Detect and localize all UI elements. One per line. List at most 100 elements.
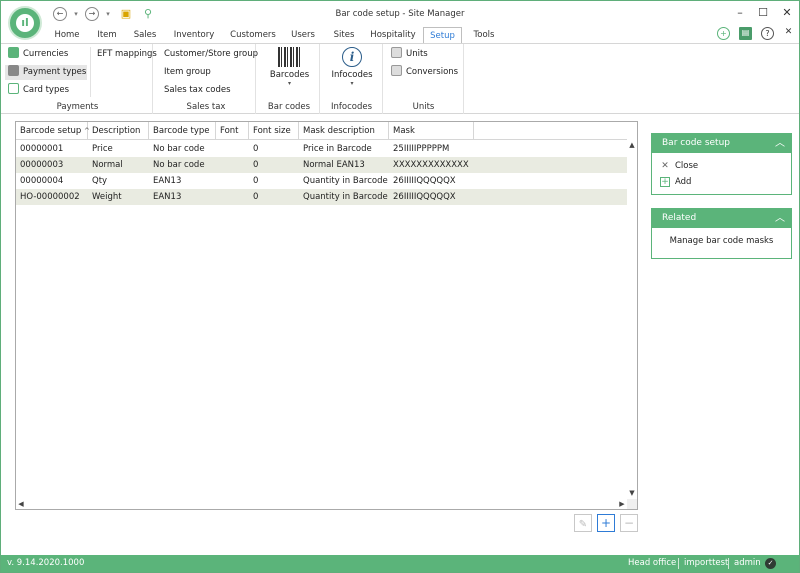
infocodes-dropdown-icon: ▾ xyxy=(350,80,354,87)
table-row[interactable]: 00000004 Qty EAN13 0 Quantity in Barcode… xyxy=(16,173,627,189)
manage-bar-code-masks-link[interactable]: Manage bar code masks xyxy=(652,233,791,249)
horizontal-scrollbar[interactable]: ◀ ▶ xyxy=(16,499,627,509)
cell-mask: XXXXXXXXXXXXX xyxy=(393,160,469,170)
table-row[interactable]: 00000003 Normal No bar code 0 Normal EAN… xyxy=(16,157,627,173)
layout-icon[interactable]: ▤ xyxy=(739,27,752,40)
chevron-up-icon[interactable]: ︿ xyxy=(775,209,785,228)
add-button[interactable]: + xyxy=(597,514,615,532)
grid-header: Barcode setup ^ Description Barcode type… xyxy=(16,122,627,140)
payment-types-button[interactable]: Payment types xyxy=(5,65,87,80)
cell-mask: 26IIIIIQQQQQX xyxy=(393,192,456,202)
group-label-infocodes: Infocodes xyxy=(330,102,372,112)
scroll-corner xyxy=(627,499,637,509)
scroll-up-icon[interactable]: ▲ xyxy=(627,140,637,150)
status-bar: v. 9.14.2020.1000 Head office importtest… xyxy=(1,555,799,572)
group-label-sales-tax: Sales tax xyxy=(186,102,226,112)
barcode-setup-panel-title: Bar code setup xyxy=(662,138,730,148)
barcode-setup-panel-header[interactable]: Bar code setup ︿ xyxy=(652,134,791,153)
tab-setup[interactable]: Setup xyxy=(423,27,462,44)
ribbon: Currencies Payment types Card types EFT … xyxy=(1,43,799,114)
barcode-setup-panel: Bar code setup ︿ ✕ Close + Add xyxy=(651,133,792,195)
units-button[interactable]: Units xyxy=(391,47,428,62)
col-mask-description[interactable]: Mask description xyxy=(299,122,389,140)
scroll-left-icon[interactable]: ◀ xyxy=(16,499,26,509)
eft-mappings-button[interactable]: EFT mappings xyxy=(97,47,157,62)
tab-users[interactable]: Users xyxy=(285,27,321,43)
cell-mask: 25IIIIIPPPPPM xyxy=(393,144,450,154)
tab-hospitality[interactable]: Hospitality xyxy=(366,27,420,43)
tab-sales[interactable]: Sales xyxy=(128,27,162,43)
chevron-up-icon[interactable]: ︿ xyxy=(775,134,785,153)
minimize-button[interactable]: – xyxy=(730,5,750,21)
scroll-down-icon[interactable]: ▼ xyxy=(627,488,637,498)
sales-tax-codes-button[interactable]: Sales tax codes xyxy=(164,83,231,98)
col-mask[interactable]: Mask xyxy=(389,122,474,140)
card-types-icon xyxy=(8,83,19,94)
add-circle-icon[interactable]: + xyxy=(717,27,730,40)
related-panel-header[interactable]: Related ︿ xyxy=(652,209,791,228)
units-label: Units xyxy=(406,49,428,59)
group-label-payments: Payments xyxy=(56,102,99,112)
tab-customers[interactable]: Customers xyxy=(227,27,279,43)
pencil-icon: ✎ xyxy=(578,519,588,530)
add-action-label: Add xyxy=(675,177,692,187)
window-title: Bar code setup - Site Manager xyxy=(335,9,465,19)
table-row[interactable]: HO-00000002 Weight EAN13 0 Quantity in B… xyxy=(16,189,627,205)
maximize-button[interactable]: ☐ xyxy=(753,5,773,21)
plus-icon: + xyxy=(600,516,612,530)
infocodes-label: Infocodes xyxy=(331,70,373,80)
cell-barcode-type: EAN13 xyxy=(153,192,182,202)
card-types-button[interactable]: Card types xyxy=(5,83,75,98)
edit-button[interactable]: ✎ xyxy=(574,514,592,532)
group-label-bar-codes: Bar codes xyxy=(267,102,311,112)
col-description[interactable]: Description xyxy=(88,122,149,140)
group-label-units: Units xyxy=(412,102,435,112)
app-window: ıl ← ▾ → ▾ ▣ ⚲ Bar code setup - Site Man… xyxy=(0,0,800,573)
col-barcode-type[interactable]: Barcode type xyxy=(149,122,216,140)
status-separator xyxy=(678,558,679,569)
help-icon[interactable]: ? xyxy=(761,27,774,40)
item-group-button[interactable]: Item group xyxy=(164,65,211,80)
cell-barcode-type: No bar code xyxy=(153,160,205,170)
status-separator xyxy=(728,558,729,569)
currencies-label: Currencies xyxy=(23,49,69,59)
add-action[interactable]: + Add xyxy=(652,174,791,190)
close-window-button[interactable]: ✕ xyxy=(777,5,797,21)
tab-home[interactable]: Home xyxy=(46,27,88,43)
close-icon[interactable]: ✕ xyxy=(782,27,795,40)
related-panel: Related ︿ Manage bar code masks xyxy=(651,208,792,259)
info-icon: i xyxy=(342,47,362,67)
cell-barcode-type: EAN13 xyxy=(153,176,182,186)
payment-types-icon xyxy=(8,65,19,76)
col-font[interactable]: Font xyxy=(216,122,249,140)
vertical-scrollbar[interactable]: ▲ ▼ xyxy=(627,140,637,498)
currencies-button[interactable]: Currencies xyxy=(5,47,75,62)
scroll-right-icon[interactable]: ▶ xyxy=(617,499,627,509)
cell-mask: 26IIIIIQQQQQX xyxy=(393,176,456,186)
database-label: importtest xyxy=(684,558,729,568)
table-row[interactable]: 00000001 Price No bar code 0 Price in Ba… xyxy=(16,141,627,157)
related-panel-title: Related xyxy=(662,213,697,223)
barcodes-button[interactable]: Barcodes ▾ xyxy=(259,47,320,87)
close-action[interactable]: ✕ Close xyxy=(652,158,791,174)
infocodes-button[interactable]: i Infocodes ▾ xyxy=(321,47,383,87)
conversions-button[interactable]: Conversions xyxy=(391,65,458,80)
tab-item[interactable]: Item xyxy=(90,27,124,43)
tab-tools[interactable]: Tools xyxy=(467,27,501,43)
cell-barcode-setup: HO-00000002 xyxy=(20,192,80,202)
customer-store-group-button[interactable]: Customer/Store group xyxy=(164,47,258,62)
minus-icon: − xyxy=(623,516,635,530)
close-action-label: Close xyxy=(675,161,699,171)
tab-sites[interactable]: Sites xyxy=(327,27,361,43)
remove-button[interactable]: − xyxy=(620,514,638,532)
cell-barcode-type: No bar code xyxy=(153,144,205,154)
col-barcode-setup[interactable]: Barcode setup ^ xyxy=(16,122,90,140)
cell-font xyxy=(216,189,220,205)
cell-font-size: 0 xyxy=(253,192,259,202)
col-font-size[interactable]: Font size xyxy=(249,122,299,140)
cell-font-size: 0 xyxy=(253,144,259,154)
cell-font xyxy=(216,141,220,157)
group-units: Units Conversions Units xyxy=(384,44,464,114)
tab-inventory[interactable]: Inventory xyxy=(167,27,221,43)
cell-description: Price xyxy=(92,144,113,154)
